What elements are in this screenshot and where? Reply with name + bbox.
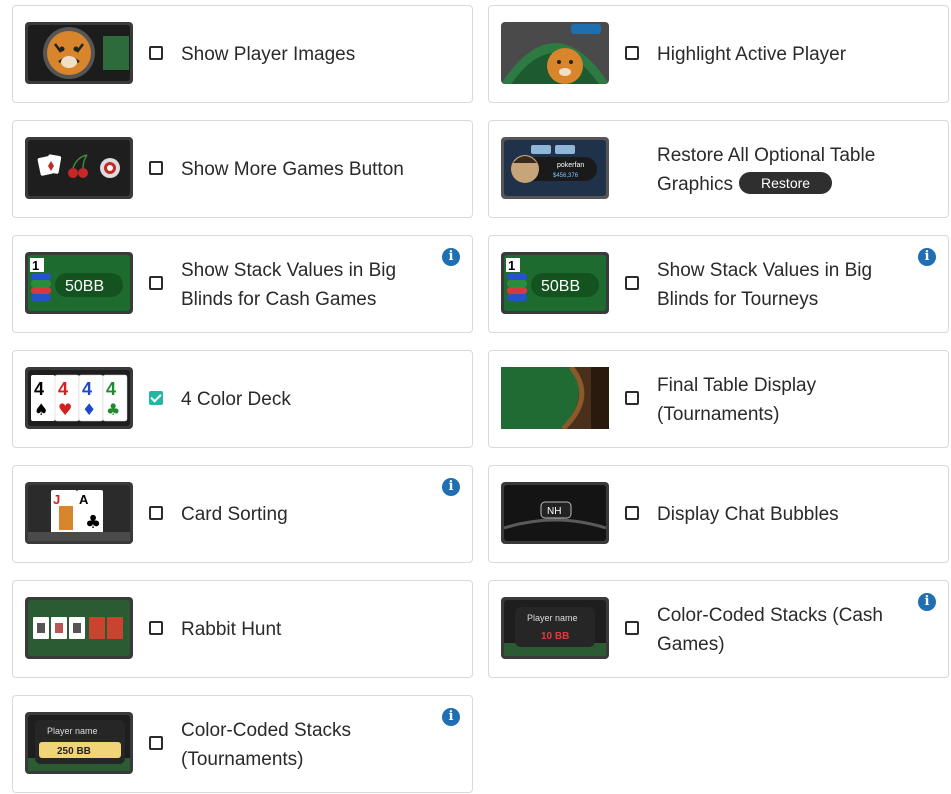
option-label: Show More Games Button [181,159,404,180]
thumb-player-name: pokerfan [557,162,584,169]
thumb-stack-text: 250 BB [57,746,91,757]
svg-text:♠: ♠ [34,400,48,419]
display-chat-bubbles-checkbox[interactable] [625,506,639,520]
option-rabbit-hunt: Rabbit Hunt [12,580,473,678]
thumb-bb-text: 50BB [65,278,104,295]
player-pokerfan-thumbnail: pokerfan $456,376 [501,137,609,199]
option-stack-bb-tourney: 1 50BB Show Stack Values in Big Blinds f… [488,235,949,333]
option-four-color-deck: 4 4 4 4 ♠ ♥ ♦ ♣ 4 Color Deck [12,350,473,448]
chat-nh-thumbnail: NH [501,482,609,544]
rabbit-cards-thumbnail [25,597,133,659]
tiger-table-thumbnail [501,22,609,84]
option-label: Display Chat Bubbles [657,504,839,525]
svg-text:♦: ♦ [82,400,96,419]
stack-bb-cash-checkbox[interactable] [149,276,163,290]
option-label: Restore All Optional Table Graphics Resto… [657,141,937,199]
option-card-sorting: J A ♣ Card Sorting i [12,465,473,563]
option-label: Show Player Images [181,44,356,65]
four-color-deck-checkbox[interactable] [149,391,163,405]
restore-label-line1: Restore All Optional Table [657,145,876,166]
thumb-player-stack: $456,376 [553,173,579,179]
option-label: Show Stack Values in Big Blinds for Cash… [181,260,397,310]
chips-bb-thumbnail: 1 50BB [25,252,133,314]
option-label: Show Stack Values in Big Blinds for Tour… [657,260,873,310]
felt-thumbnail [501,367,609,429]
thumb-player-name: Player name [527,613,578,623]
stack-red-thumbnail: Player name 10 BB [501,597,609,659]
restore-label-line2: Graphics [657,174,734,195]
color-coded-cash-checkbox[interactable] [625,621,639,635]
svg-text:♣: ♣ [106,400,120,419]
info-icon[interactable]: i [442,478,460,496]
color-coded-tourney-checkbox[interactable] [149,736,163,750]
chips-bb-thumbnail: 1 50BB [501,252,609,314]
option-label: Color-Coded Stacks (Cash Games) [657,605,883,655]
option-label: Rabbit Hunt [181,619,282,640]
option-color-coded-cash: Player name 10 BB Color-Coded Stacks (Ca… [488,580,949,678]
option-stack-bb-cash: 1 50BB Show Stack Values in Big Blinds f… [12,235,473,333]
card-rank-club: 4 [106,379,116,399]
tiger-avatar-thumbnail [25,22,133,84]
games-icons-thumbnail [25,137,133,199]
option-final-table-display: Final Table Display (Tournaments) [488,350,949,448]
card-rank-diamond: 4 [82,379,92,399]
info-icon[interactable]: i [918,248,936,266]
info-icon[interactable]: i [918,593,936,611]
option-highlight-active-player: Highlight Active Player [488,5,949,103]
option-color-coded-tourney: Player name 250 BB Color-Coded Stacks (T… [12,695,473,793]
option-show-player-images: Show Player Images [12,5,473,103]
card-rank-heart: 4 [58,379,68,399]
thumb-bb-text: 50BB [541,278,580,295]
thumb-stack-text: 10 BB [541,631,569,642]
thumb-nh-text: NH [547,506,561,517]
chip-number: 1 [508,258,515,273]
chip-number: 1 [32,258,39,273]
final-table-display-checkbox[interactable] [625,391,639,405]
svg-text:♥: ♥ [58,400,72,419]
option-label: 4 Color Deck [181,389,291,410]
card-rank-spade: 4 [34,379,44,399]
stack-bb-tourney-checkbox[interactable] [625,276,639,290]
info-icon[interactable]: i [442,708,460,726]
option-restore-graphics: pokerfan $456,376 Restore All Optional T… [488,120,949,218]
rabbit-hunt-checkbox[interactable] [149,621,163,635]
option-label: Color-Coded Stacks (Tournaments) [181,720,352,770]
svg-text:♣: ♣ [85,512,101,533]
show-player-images-checkbox[interactable] [149,46,163,60]
four-cards-thumbnail: 4 4 4 4 ♠ ♥ ♦ ♣ [25,367,133,429]
option-display-chat-bubbles: NH Display Chat Bubbles [488,465,949,563]
card-rank-ace: A [79,492,89,507]
jack-ace-thumbnail: J A ♣ [25,482,133,544]
highlight-active-player-checkbox[interactable] [625,46,639,60]
option-label: Highlight Active Player [657,44,847,65]
stack-yellow-thumbnail: Player name 250 BB [25,712,133,774]
option-show-more-games: Show More Games Button [12,120,473,218]
option-label: Card Sorting [181,504,288,525]
option-label: Final Table Display (Tournaments) [657,375,817,425]
info-icon[interactable]: i [442,248,460,266]
card-rank-jack: J [53,492,60,507]
thumb-player-name: Player name [47,726,98,736]
card-sorting-checkbox[interactable] [149,506,163,520]
restore-button[interactable]: Restore [739,171,833,194]
show-more-games-checkbox[interactable] [149,161,163,175]
